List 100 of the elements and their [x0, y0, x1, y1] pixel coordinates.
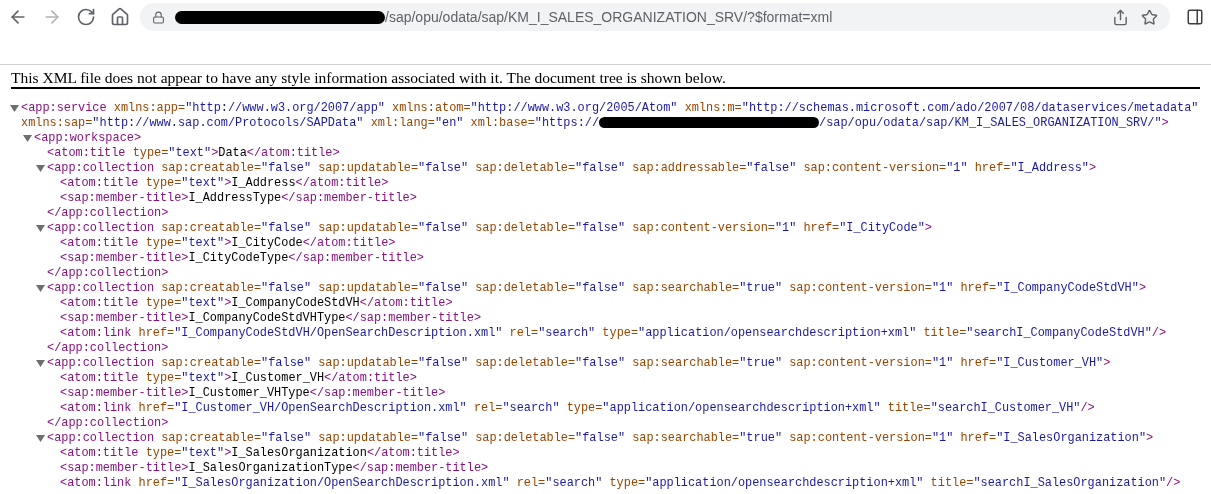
- xml-tag: <atom:title: [60, 446, 139, 460]
- xml-attribute-name: sap:updatable=: [318, 221, 419, 235]
- xml-attribute-value: "false": [575, 221, 626, 235]
- xml-attribute-value: "search": [502, 401, 560, 415]
- xml-text: I_CompanyCodeStdVH: [231, 296, 360, 310]
- xml-attribute-value: "1": [946, 161, 968, 175]
- xml-tag: <sap:member-title: [60, 386, 182, 400]
- xml-attribute-value: "false": [575, 356, 626, 370]
- xml-attribute-value: "I_CompanyCodeStdVH/OpenSearchDescription.xml": [174, 326, 503, 340]
- xml-attribute-value: "false": [746, 161, 797, 175]
- star-icon[interactable]: [1141, 8, 1158, 26]
- xml-tag: >: [1088, 161, 1097, 175]
- home-icon: [110, 7, 130, 27]
- xml-tag: <atom:title: [47, 146, 126, 160]
- xml-attribute-name: sap:addressable=: [632, 161, 747, 175]
- xml-attribute-name: rel=: [509, 326, 539, 340]
- url-text: /sap/opu/odata/sap/KM_I_SALES_ORGANIZATION_SRV/?$format=xml: [385, 7, 833, 27]
- triangle-down-icon[interactable]: [36, 223, 45, 232]
- xml-attribute-name: xmlns:m=: [684, 101, 742, 115]
- address-bar[interactable]: /sap/opu/odata/sap/KM_I_SALES_ORGANIZATION_SRV/?$format=xml: [140, 3, 1170, 31]
- xml-attribute-value: "false": [575, 161, 626, 175]
- xml-tag: <app:collection: [47, 221, 155, 235]
- share-icon[interactable]: [1112, 8, 1129, 26]
- xml-attribute-value: "false": [418, 431, 469, 445]
- xml-attribute-name: href=: [960, 281, 997, 295]
- xml-attribute-name: sap:creatable=: [161, 356, 262, 370]
- xml-tag: <atom:link: [60, 401, 132, 415]
- xml-tag: >: [181, 251, 189, 265]
- xml-text: I_AddressType: [188, 191, 282, 205]
- xml-attribute-value: "false": [261, 431, 312, 445]
- xml-attribute-name: sap:creatable=: [161, 281, 262, 295]
- xml-attribute-value: "search": [545, 476, 603, 490]
- xml-tag: >: [181, 311, 189, 325]
- xml-attribute-name: sap:searchable=: [632, 356, 740, 370]
- side-panel-icon[interactable]: [1186, 8, 1204, 26]
- triangle-down-icon[interactable]: [23, 133, 32, 142]
- xml-tag: </sap:member-title>: [309, 386, 446, 400]
- xml-tag: <app:workspace: [34, 131, 134, 145]
- xml-attribute-value: "1": [931, 281, 954, 295]
- xml-attribute-value: "true": [739, 431, 783, 445]
- xml-tag: </atom:title>: [246, 146, 340, 160]
- xml-attribute-name: sap:updatable=: [318, 281, 419, 295]
- xml-tag: <app:collection: [47, 161, 155, 175]
- xml-attribute-name: href=: [960, 431, 997, 445]
- xml-attribute-name: type=: [145, 176, 182, 190]
- xml-attribute-name: type=: [609, 476, 646, 490]
- xml-tag: >: [181, 386, 189, 400]
- xml-attribute-name: title=: [930, 476, 974, 490]
- xml-attribute-name: sap:deletable=: [475, 161, 576, 175]
- xml-attribute-value: "https://: [534, 116, 600, 130]
- xml-tag: />: [1151, 326, 1167, 340]
- xml-attribute-value: "searchI_CompanyCodeStdVH": [966, 326, 1152, 340]
- xml-attribute-name: href=: [803, 221, 840, 235]
- xml-attribute-name: type=: [145, 296, 182, 310]
- xml-text: I_Customer_VHType: [188, 386, 310, 400]
- xml-tag: >: [1161, 116, 1169, 130]
- xml-attribute-value: "I_SalesOrganization/OpenSearchDescription.xml": [174, 476, 510, 490]
- triangle-down-icon[interactable]: [36, 358, 45, 367]
- xml-attribute-value: "searchI_SalesOrganization": [973, 476, 1167, 490]
- xml-attribute-value: "en": [434, 116, 464, 130]
- xml-attribute-name: href=: [138, 326, 175, 340]
- triangle-down-icon[interactable]: [10, 103, 19, 112]
- xml-tag: </app:collection>: [47, 266, 169, 280]
- xml-tag: </sap:member-title>: [288, 251, 424, 265]
- xml-attribute-name: type=: [145, 446, 182, 460]
- xml-attribute-name: type=: [566, 401, 603, 415]
- xml-attribute-value: "false": [418, 281, 469, 295]
- xml-attribute-name: sap:updatable=: [318, 431, 419, 445]
- xml-tag: >: [133, 131, 142, 145]
- xml-attribute-name: xmlns:app=: [113, 101, 186, 115]
- triangle-down-icon[interactable]: [36, 163, 45, 172]
- xml-tag: </atom:title>: [359, 296, 453, 310]
- xml-attribute-name: sap:creatable=: [161, 431, 262, 445]
- xml-attribute-name: xml:lang=: [370, 116, 435, 130]
- xml-attribute-name: rel=: [473, 401, 503, 415]
- xml-tag: </sap:member-title>: [352, 461, 489, 475]
- xml-tag: <app:collection: [47, 431, 155, 445]
- xml-text: I_Address: [231, 176, 296, 190]
- xml-attribute-value: "false": [261, 281, 312, 295]
- xml-tag: >: [924, 221, 932, 235]
- xml-tag: >: [211, 146, 219, 160]
- xml-tag: <sap:member-title: [60, 311, 182, 325]
- xml-attribute-name: sap:updatable=: [318, 356, 419, 370]
- xml-attribute-value: "http://www.w3.org/2007/app": [185, 101, 385, 115]
- triangle-down-icon[interactable]: [36, 283, 45, 292]
- xml-attribute-value: "searchI_Customer_VH": [930, 401, 1081, 415]
- xml-attribute-name: title=: [923, 326, 967, 340]
- xml-attribute-name: type=: [132, 146, 169, 160]
- xml-text: I_CompanyCodeStdVHType: [188, 311, 346, 325]
- xml-attribute-value: "text": [181, 236, 225, 250]
- xml-attribute-value: "text": [181, 296, 225, 310]
- xml-attribute-value: "application/opensearchdescription+xml": [645, 476, 924, 490]
- xml-attribute-value: "false": [418, 356, 469, 370]
- xml-attribute-name: rel=: [516, 476, 546, 490]
- xml-attribute-value: "http://schemas.microsoft.com/ado/2007/08/dataservices/metadata": [741, 101, 1199, 115]
- triangle-down-icon[interactable]: [36, 433, 45, 442]
- xml-attribute-value: "false": [418, 161, 469, 175]
- xml-attribute-name: sap:content-version=: [632, 221, 775, 235]
- xml-text: I_SalesOrganization: [231, 446, 367, 460]
- xml-text: I_Customer_VH: [231, 371, 325, 385]
